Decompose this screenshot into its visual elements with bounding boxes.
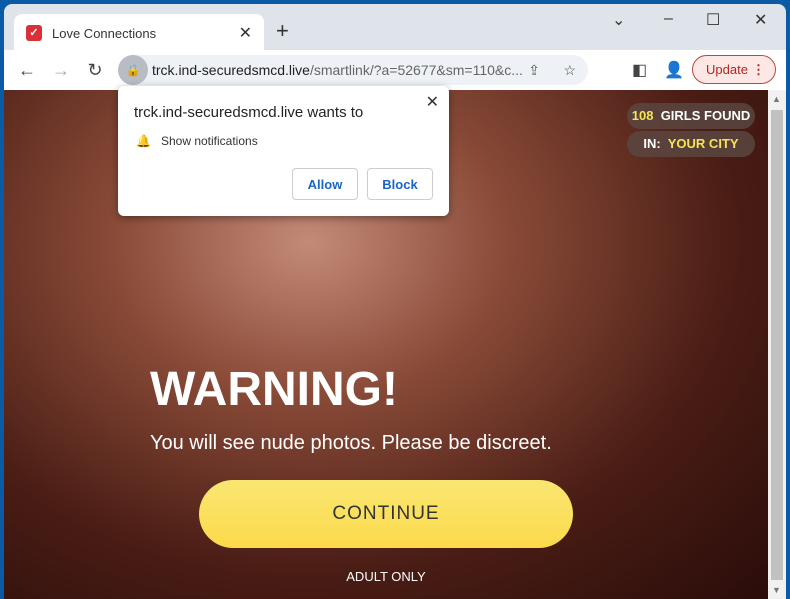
maximize-button[interactable]: ☐ — [706, 10, 720, 30]
side-panel-icon[interactable]: ◧ — [632, 60, 647, 80]
menu-icon[interactable]: ⋮ — [752, 56, 765, 83]
notification-permission-popup: trck.ind-securedsmcd.live wants to ✕ 🔔 S… — [118, 86, 449, 216]
notification-permission: 🔔 Show notifications — [136, 134, 258, 148]
back-button[interactable]: ← — [10, 60, 44, 81]
city-badge: IN: YOUR CITY — [627, 131, 755, 157]
tab-search-icon[interactable]: ⌄ — [612, 10, 625, 30]
adult-only-label: ADULT ONLY — [346, 569, 426, 584]
minimize-button[interactable]: – — [664, 10, 673, 28]
tab-title: Love Connections — [52, 25, 157, 41]
scrollbar[interactable]: ▲ ▼ — [768, 90, 786, 599]
popup-title: trck.ind-securedsmcd.live wants to — [134, 104, 364, 121]
close-popup-icon[interactable]: ✕ — [426, 92, 439, 112]
warning-subtitle: You will see nude photos. Please be disc… — [150, 432, 552, 454]
permission-label: Show notifications — [160, 134, 258, 148]
heart-favicon-icon: ✓ — [26, 25, 42, 41]
update-button[interactable]: Update ⋮ — [692, 55, 776, 84]
allow-button[interactable]: Allow — [292, 168, 358, 200]
address-bar[interactable]: 🔒 trck.ind-securedsmcd.live/smartlink/?a… — [118, 55, 588, 85]
url-path: /smartlink/?a=52677&sm=110&c... — [309, 62, 523, 78]
url-host: trck.ind-securedsmcd.live — [152, 62, 310, 78]
forward-button[interactable]: → — [44, 60, 78, 81]
scroll-thumb[interactable] — [771, 110, 783, 580]
reload-button[interactable]: ↻ — [78, 60, 112, 81]
close-tab-icon[interactable]: ✕ — [239, 23, 252, 43]
block-button[interactable]: Block — [367, 168, 433, 200]
scroll-down-icon[interactable]: ▼ — [772, 585, 781, 595]
continue-button[interactable]: CONTINUE — [199, 480, 573, 548]
lock-icon[interactable]: 🔒 — [118, 55, 148, 85]
browser-window: ✓ Love Connections ✕ + ⌄ – ☐ ✕ ← → ↻ 🔒 t… — [4, 4, 786, 599]
toolbar: ← → ↻ 🔒 trck.ind-securedsmcd.live/smartl… — [4, 50, 786, 90]
new-tab-button[interactable]: + — [276, 18, 289, 44]
close-window-button[interactable]: ✕ — [754, 10, 767, 30]
share-icon[interactable]: ⇪ — [528, 62, 540, 79]
star-icon[interactable]: ☆ — [563, 62, 576, 79]
girls-found-badge: 108 GIRLS FOUND — [627, 103, 755, 129]
profile-icon[interactable]: 👤 — [664, 60, 684, 80]
scroll-up-icon[interactable]: ▲ — [772, 94, 781, 104]
tab-love-connections[interactable]: ✓ Love Connections ✕ — [14, 14, 264, 52]
bell-icon: 🔔 — [136, 134, 151, 148]
warning-heading: WARNING! — [150, 363, 398, 416]
